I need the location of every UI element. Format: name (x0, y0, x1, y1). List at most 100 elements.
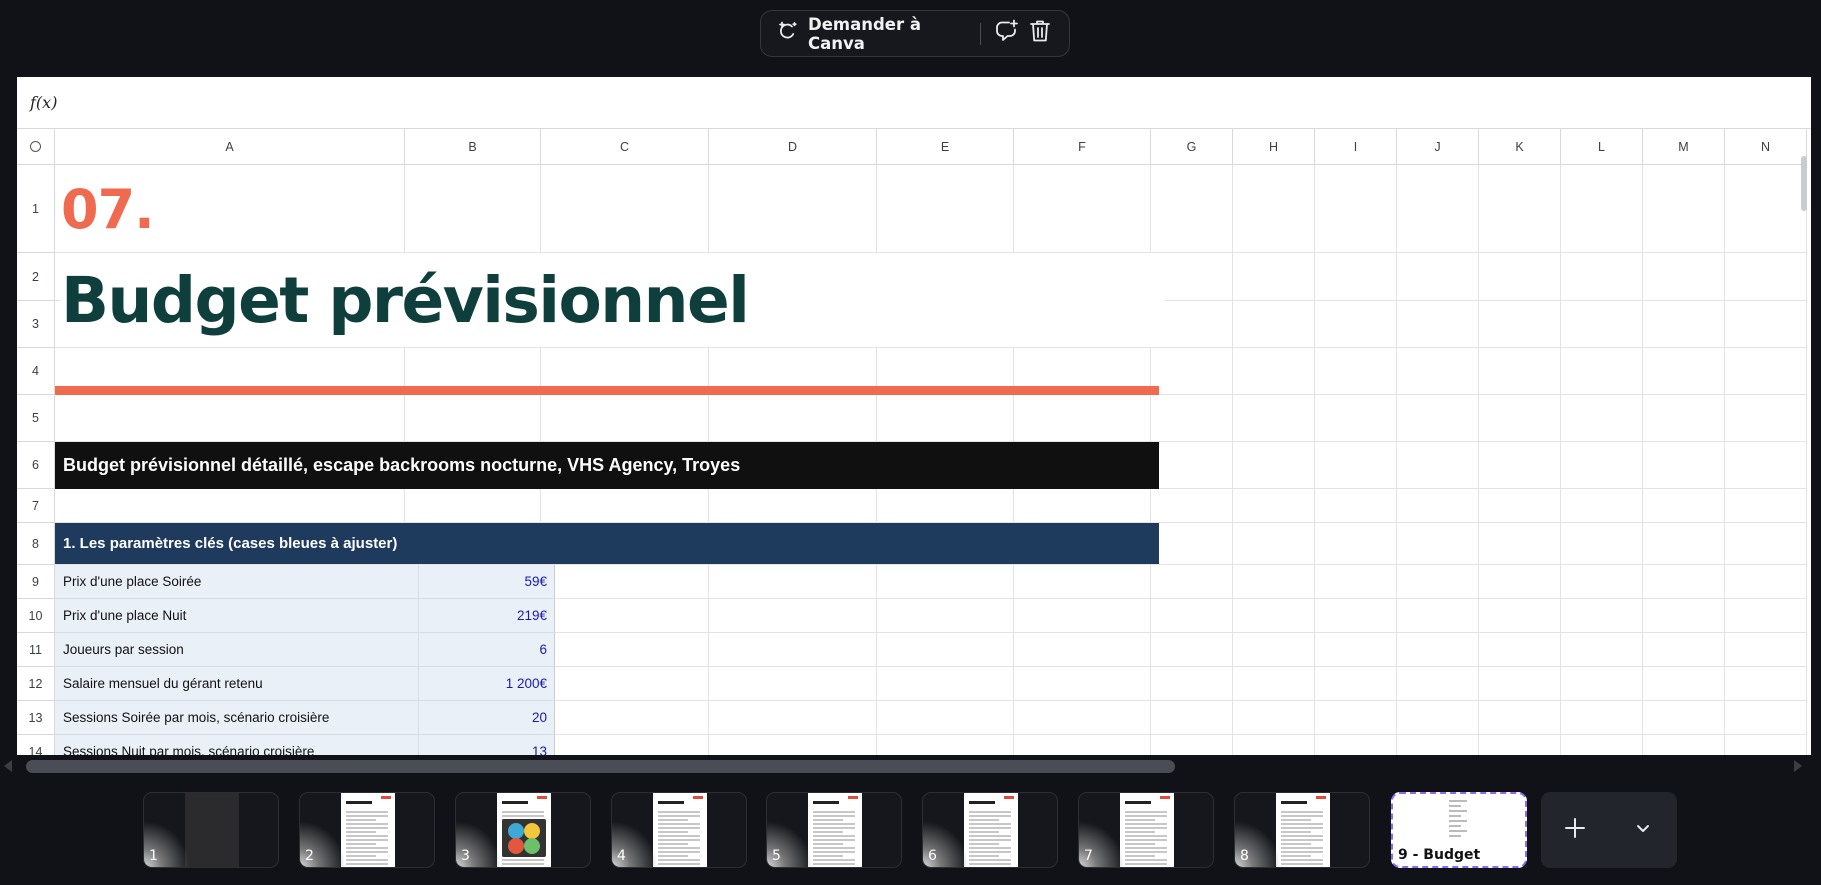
grid-cell[interactable] (405, 395, 541, 442)
add-page-button[interactable] (1555, 810, 1595, 850)
column-header-g[interactable]: G (1151, 129, 1233, 165)
grid-cell[interactable] (1561, 667, 1643, 701)
grid-cell[interactable] (1643, 735, 1725, 755)
grid-cell[interactable] (1561, 633, 1643, 667)
grid-cell[interactable] (1725, 565, 1807, 599)
grid-cell[interactable] (1479, 633, 1561, 667)
grid-cell[interactable] (1725, 301, 1807, 348)
grid-cell[interactable] (1233, 701, 1315, 735)
grid-cell[interactable] (709, 489, 877, 523)
grid-cell[interactable] (1233, 565, 1315, 599)
row-header-12[interactable]: 12 (17, 667, 55, 701)
param-label-cell[interactable]: Prix d'une place Soirée (55, 565, 419, 599)
row-header-1[interactable]: 1 (17, 165, 55, 253)
grid-cell[interactable] (1397, 301, 1479, 348)
column-header-m[interactable]: M (1643, 129, 1725, 165)
grid-cell[interactable] (541, 701, 709, 735)
row-header-9[interactable]: 9 (17, 565, 55, 599)
row-header-3[interactable]: 3 (17, 301, 55, 348)
column-header-f[interactable]: F (1014, 129, 1151, 165)
grid-cell[interactable] (1479, 489, 1561, 523)
grid-cell[interactable] (1014, 165, 1151, 253)
grid-cell[interactable] (1233, 523, 1315, 565)
grid-cell[interactable] (1397, 348, 1479, 395)
grid-cell[interactable] (1151, 667, 1233, 701)
grid-cell[interactable] (1643, 599, 1725, 633)
column-header-n[interactable]: N (1725, 129, 1807, 165)
grid-cell[interactable] (1315, 735, 1397, 755)
grid-cell[interactable] (1397, 489, 1479, 523)
grid-cell[interactable] (1479, 348, 1561, 395)
param-label-cell[interactable]: Sessions Nuit par mois, scénario croisiè… (55, 735, 419, 755)
grid-cell[interactable] (1397, 165, 1479, 253)
grid-cell[interactable] (1151, 565, 1233, 599)
column-header-k[interactable]: K (1479, 129, 1561, 165)
grid-cell[interactable] (1315, 701, 1397, 735)
param-value-cell[interactable]: 13 (419, 735, 555, 755)
grid-cell[interactable] (709, 701, 877, 735)
param-value-cell[interactable]: 20 (419, 701, 555, 735)
grid-cell[interactable] (1233, 301, 1315, 348)
grid-cell[interactable] (1397, 442, 1479, 489)
grid-cell[interactable] (1561, 165, 1643, 253)
row-header-10[interactable]: 10 (17, 599, 55, 633)
grid-cell[interactable] (1315, 253, 1397, 301)
banner-cell[interactable]: Budget prévisionnel détaillé, escape bac… (55, 442, 1159, 489)
grid-cell[interactable] (1643, 165, 1725, 253)
column-header-i[interactable]: I (1315, 129, 1397, 165)
column-header-d[interactable]: D (709, 129, 877, 165)
horizontal-scrollbar[interactable] (26, 760, 1175, 773)
grid-cell[interactable] (1397, 565, 1479, 599)
grid-cell[interactable] (877, 489, 1014, 523)
column-header-h[interactable]: H (1233, 129, 1315, 165)
vertical-scrollbar[interactable] (1801, 156, 1807, 211)
param-value-cell[interactable]: 1 200€ (419, 667, 555, 701)
grid-cell[interactable] (1561, 348, 1643, 395)
grid-cell[interactable] (405, 165, 541, 253)
grid-cell[interactable] (709, 667, 877, 701)
grid-cell[interactable] (1233, 735, 1315, 755)
row-header-8[interactable]: 8 (17, 523, 55, 565)
grid-cell[interactable] (541, 395, 709, 442)
grid-cell[interactable] (1725, 599, 1807, 633)
grid-cell[interactable] (1014, 633, 1151, 667)
row-header-13[interactable]: 13 (17, 701, 55, 735)
grid-cell[interactable] (1725, 253, 1807, 301)
delete-button[interactable] (1026, 18, 1053, 50)
grid-cell[interactable] (1315, 442, 1397, 489)
param-value-cell[interactable]: 59€ (419, 565, 555, 599)
grid-cell[interactable] (877, 599, 1014, 633)
grid-cell[interactable] (1151, 395, 1233, 442)
grid-cell[interactable] (1397, 599, 1479, 633)
grid-cell[interactable] (1315, 348, 1397, 395)
grid-cell[interactable] (1315, 489, 1397, 523)
grid-cell[interactable] (1725, 667, 1807, 701)
grid-cell[interactable] (877, 165, 1014, 253)
param-value-cell[interactable]: 219€ (419, 599, 555, 633)
grid-cell[interactable] (1397, 701, 1479, 735)
param-label-cell[interactable]: Sessions Soirée par mois, scénario crois… (55, 701, 419, 735)
page-thumbnail-6[interactable]: 6 (922, 792, 1058, 868)
grid-cell[interactable] (541, 489, 709, 523)
grid-cell[interactable] (1315, 633, 1397, 667)
grid-cell[interactable] (1643, 701, 1725, 735)
grid-cell[interactable] (1725, 348, 1807, 395)
grid-cell[interactable] (1014, 489, 1151, 523)
grid-cell[interactable] (877, 667, 1014, 701)
grid-cell[interactable] (1315, 599, 1397, 633)
grid-cell[interactable] (1725, 442, 1807, 489)
grid-cell[interactable] (1643, 565, 1725, 599)
grid-cell[interactable] (1151, 489, 1233, 523)
grid-cell[interactable] (1315, 523, 1397, 565)
grid-cell[interactable] (541, 565, 709, 599)
formula-bar[interactable]: f(x) (17, 77, 1811, 129)
grid-cell[interactable] (1014, 395, 1151, 442)
grid-cell[interactable] (1561, 599, 1643, 633)
add-comment-button[interactable] (993, 18, 1020, 50)
grid-cell[interactable] (1014, 599, 1151, 633)
column-header-a[interactable]: A (55, 129, 405, 165)
grid-cell[interactable] (1479, 735, 1561, 755)
section-header-cell[interactable]: 1. Les paramètres clés (cases bleues à a… (55, 523, 1159, 564)
page-thumbnail-9[interactable]: 9 - Budget (1391, 792, 1527, 868)
row-header-14[interactable]: 14 (17, 735, 55, 755)
